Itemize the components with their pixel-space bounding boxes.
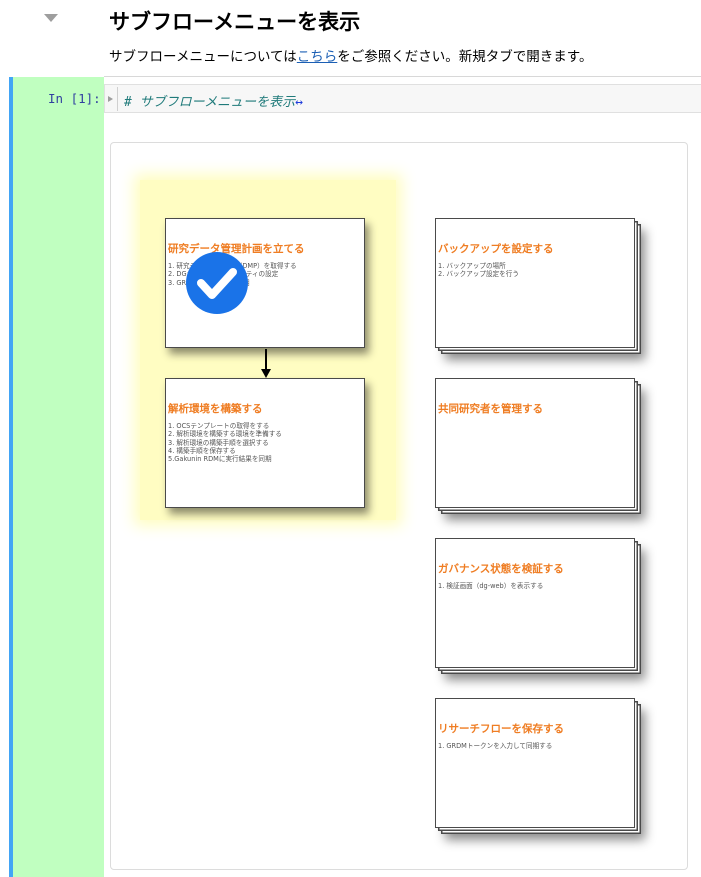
expand-arrow-icon[interactable]: ↔ xyxy=(295,95,303,110)
card-title: リサーチフローを保存する xyxy=(438,723,564,735)
flow-card-analysis-env[interactable]: 解析環境を構築する 1. OCSテンプレートの取得をする 2. 解析環境を構築す… xyxy=(165,378,365,508)
arrow-down-icon xyxy=(261,369,271,378)
card-step: 2. 解析環境を構築する環境を準備する xyxy=(168,430,282,439)
flow-card-governance[interactable]: ガバナンス状態を検証する 1. 検証画面（dg-web）を表示する xyxy=(435,538,635,668)
collapse-caret-icon[interactable] xyxy=(44,14,58,22)
code-collapse-icon[interactable] xyxy=(108,96,113,102)
code-editor[interactable]: # サブフローメニューを表示↔ xyxy=(104,84,701,113)
card-steps: 1. 検証画面（dg-web）を表示する xyxy=(438,582,543,590)
description-text: サブフローメニューについてはこちらをご参照ください。新規タブで開きます。 xyxy=(109,45,592,65)
code-line[interactable]: # サブフローメニューを表示↔ xyxy=(124,91,303,110)
card-title: ガバナンス状態を検証する xyxy=(438,563,564,575)
flow-card-backup[interactable]: バックアップを設定する 1. バックアップの場所 2. バックアップ設定を行う xyxy=(435,218,635,348)
header-divider xyxy=(104,76,701,77)
card-title: 解析環境を構築する xyxy=(168,403,263,415)
card-step: 1. GRDMトークンを入力して同期する xyxy=(438,742,553,750)
code-comment: # サブフローメニューを表示 xyxy=(124,95,296,110)
card-step: 2. バックアップ設定を行う xyxy=(438,270,519,279)
card-step: 5.Gakunin RDMに実行結果を同期 xyxy=(168,455,272,464)
card-step: 4. 構築手順を保存する xyxy=(168,446,236,455)
card-steps: 1. バックアップの場所 2. バックアップ設定を行う xyxy=(438,262,519,279)
card-title: バックアップを設定する xyxy=(438,243,554,255)
cell-prompt-area[interactable] xyxy=(13,77,104,877)
cell-prompt: In [1]: xyxy=(48,91,101,106)
code-gutter-divider xyxy=(117,87,118,111)
check-circle-icon xyxy=(186,252,248,314)
card-steps: 1. GRDMトークンを入力して同期する xyxy=(438,742,552,750)
card-step: 1. 検証画面（dg-web）を表示する xyxy=(438,582,544,590)
docs-link[interactable]: こちら xyxy=(297,49,338,65)
flow-connector xyxy=(265,349,267,371)
flow-card-save-researchflow[interactable]: リサーチフローを保存する 1. GRDMトークンを入力して同期する xyxy=(435,698,635,828)
description-before: サブフローメニューについては xyxy=(109,49,297,65)
flow-card-collaborators[interactable]: 共同研究者を管理する xyxy=(435,378,635,508)
card-title: 共同研究者を管理する xyxy=(438,403,543,415)
card-step: 3. 解析環境の構築手順を選択する xyxy=(168,438,269,447)
description-after: をご参照ください。新規タブで開きます。 xyxy=(337,49,593,65)
card-steps: 1. OCSテンプレートの取得をする 2. 解析環境を構築する環境を準備する 3… xyxy=(168,422,282,463)
page-title: サブフローメニューを表示 xyxy=(109,10,361,34)
